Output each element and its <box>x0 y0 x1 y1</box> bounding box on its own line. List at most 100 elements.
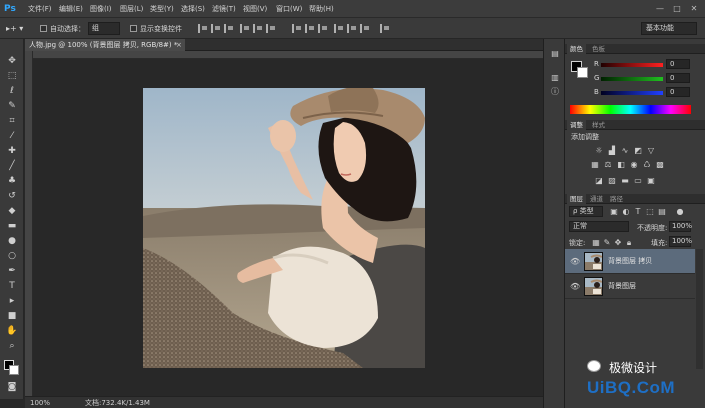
show-transform-checkbox[interactable] <box>130 25 137 32</box>
brush-tool-icon[interactable]: ╱ <box>5 160 19 173</box>
menu-edit[interactable]: 编辑(E) <box>59 4 83 15</box>
auto-align-icon[interactable] <box>380 24 389 33</box>
eye-icon[interactable]: 👁︎ <box>570 282 580 291</box>
quick-mask-icon[interactable]: ◙ <box>5 381 19 394</box>
levels-icon[interactable]: ▟ <box>607 146 617 155</box>
layer-row[interactable]: 👁︎ 背景图层 <box>565 274 695 299</box>
lock-position-icon[interactable]: ✥ <box>613 238 623 247</box>
background-color-chip[interactable] <box>577 67 588 78</box>
path-select-tool-icon[interactable]: ▸ <box>5 295 19 308</box>
history-panel-icon[interactable]: ▤ <box>550 49 560 59</box>
properties-panel-icon[interactable]: ⓘ <box>550 87 560 97</box>
distribute-right-icon[interactable] <box>360 24 369 33</box>
color-green-value[interactable]: 0 <box>666 73 690 83</box>
tab-adjustments[interactable]: 调整 <box>567 120 586 130</box>
hand-tool-icon[interactable]: ✋ <box>5 325 19 338</box>
hue-saturation-icon[interactable]: ▦ <box>590 160 600 169</box>
background-color-swatch[interactable] <box>9 365 19 375</box>
eyedropper-tool-icon[interactable]: ⁄ <box>5 130 19 143</box>
align-vcenter-icon[interactable] <box>211 24 220 33</box>
color-spectrum[interactable] <box>570 105 691 114</box>
close-icon[interactable]: ✕ <box>688 3 700 15</box>
black-white-icon[interactable]: ◧ <box>616 160 626 169</box>
brightness-contrast-icon[interactable]: ☼ <box>594 146 604 155</box>
align-bottom-icon[interactable] <box>224 24 233 33</box>
eye-icon[interactable]: 👁︎ <box>570 257 580 266</box>
vibrance-icon[interactable]: ▽ <box>646 146 656 155</box>
tab-color[interactable]: 颜色 <box>567 44 586 54</box>
menu-view[interactable]: 视图(V) <box>243 4 267 15</box>
gradient-map-icon[interactable]: ▭ <box>633 176 643 185</box>
menu-filter[interactable]: 滤镜(T) <box>212 4 236 15</box>
channel-mixer-icon[interactable]: ♺ <box>642 160 652 169</box>
color-red-value[interactable]: 0 <box>666 59 690 69</box>
filter-smart-object-icon[interactable]: ▤ <box>657 207 667 216</box>
threshold-icon[interactable]: ▬ <box>620 176 630 185</box>
align-left-icon[interactable] <box>240 24 249 33</box>
fill-input[interactable]: 100% <box>669 236 692 247</box>
marquee-tool-icon[interactable]: ⬚ <box>5 70 19 83</box>
invert-icon[interactable]: ◪ <box>594 176 604 185</box>
filter-shape-icon[interactable]: ⬚ <box>645 207 655 216</box>
quick-select-tool-icon[interactable]: ✎ <box>5 100 19 113</box>
crop-tool-icon[interactable]: ⌗ <box>5 115 19 128</box>
info-panel-icon[interactable]: ▥ <box>550 73 560 83</box>
opacity-input[interactable]: 100% <box>669 221 692 232</box>
menu-file[interactable]: 文件(F) <box>28 4 52 15</box>
lock-transparent-icon[interactable]: ▦ <box>591 238 601 247</box>
exposure-icon[interactable]: ◩ <box>633 146 643 155</box>
layers-scrollbar[interactable] <box>696 249 703 369</box>
shape-tool-icon[interactable]: ■ <box>5 310 19 323</box>
zoom-level[interactable]: 100% <box>30 398 50 408</box>
zoom-tool-icon[interactable]: ⌕ <box>5 340 19 353</box>
document-tab[interactable]: 人物.jpg @ 100% (背景图层 拷贝, RGB/8#) * × <box>25 39 185 51</box>
blur-tool-icon[interactable]: ● <box>5 235 19 248</box>
filter-toggle-icon[interactable]: ● <box>675 207 685 216</box>
tab-layers[interactable]: 图层 <box>567 194 586 204</box>
auto-select-checkbox[interactable] <box>40 25 47 32</box>
layer-name[interactable]: 背景图层 <box>608 282 636 291</box>
auto-select-dropdown[interactable]: 组 <box>88 22 120 35</box>
document-photo[interactable] <box>143 88 425 368</box>
layer-filter-dropdown[interactable]: ρ 类型 <box>569 206 603 217</box>
type-tool-icon[interactable]: T <box>5 280 19 293</box>
gradient-tool-icon[interactable]: ▬ <box>5 220 19 233</box>
color-blue-slider[interactable] <box>601 91 663 95</box>
move-tool-icon[interactable]: ✥ <box>5 55 19 68</box>
menu-select[interactable]: 选择(S) <box>181 4 205 15</box>
selective-color-icon[interactable]: ▣ <box>646 176 656 185</box>
filter-pixel-icon[interactable]: ▣ <box>609 207 619 216</box>
distribute-hcenter-icon[interactable] <box>347 24 356 33</box>
dodge-tool-icon[interactable]: ○ <box>5 250 19 263</box>
layer-row[interactable]: 👁︎ 背景图层 拷贝 <box>565 249 695 274</box>
color-lookup-icon[interactable]: ▩ <box>655 160 665 169</box>
maximize-icon[interactable]: □ <box>671 3 683 15</box>
lock-all-icon[interactable]: 🔒︎ <box>624 238 634 247</box>
align-top-icon[interactable] <box>198 24 207 33</box>
align-hcenter-icon[interactable] <box>253 24 262 33</box>
tab-channels[interactable]: 通道 <box>587 194 606 204</box>
layer-name[interactable]: 背景图层 拷贝 <box>608 257 652 266</box>
pen-tool-icon[interactable]: ✒ <box>5 265 19 278</box>
color-green-slider[interactable] <box>601 77 663 81</box>
color-blue-value[interactable]: 0 <box>666 87 690 97</box>
clone-stamp-tool-icon[interactable]: ♣ <box>5 175 19 188</box>
minimize-icon[interactable]: — <box>654 3 666 15</box>
distribute-bottom-icon[interactable] <box>318 24 327 33</box>
color-red-slider[interactable] <box>601 63 663 67</box>
filter-adjustment-icon[interactable]: ◐ <box>621 207 631 216</box>
menu-window[interactable]: 窗口(W) <box>276 4 302 15</box>
move-tool-icon[interactable]: ▸+ ▾ <box>6 24 23 34</box>
workspace-dropdown[interactable]: 基本功能 <box>641 22 697 35</box>
menu-image[interactable]: 图像(I) <box>90 4 112 15</box>
distribute-top-icon[interactable] <box>292 24 301 33</box>
filter-type-icon[interactable]: T <box>633 207 643 216</box>
distribute-vcenter-icon[interactable] <box>305 24 314 33</box>
menu-type[interactable]: 类型(Y) <box>150 4 174 15</box>
posterize-icon[interactable]: ▨ <box>607 176 617 185</box>
align-right-icon[interactable] <box>266 24 275 33</box>
curves-icon[interactable]: ∿ <box>620 146 630 155</box>
lasso-tool-icon[interactable]: ℓ <box>5 85 19 98</box>
history-brush-tool-icon[interactable]: ↺ <box>5 190 19 203</box>
healing-brush-tool-icon[interactable]: ✚ <box>5 145 19 158</box>
